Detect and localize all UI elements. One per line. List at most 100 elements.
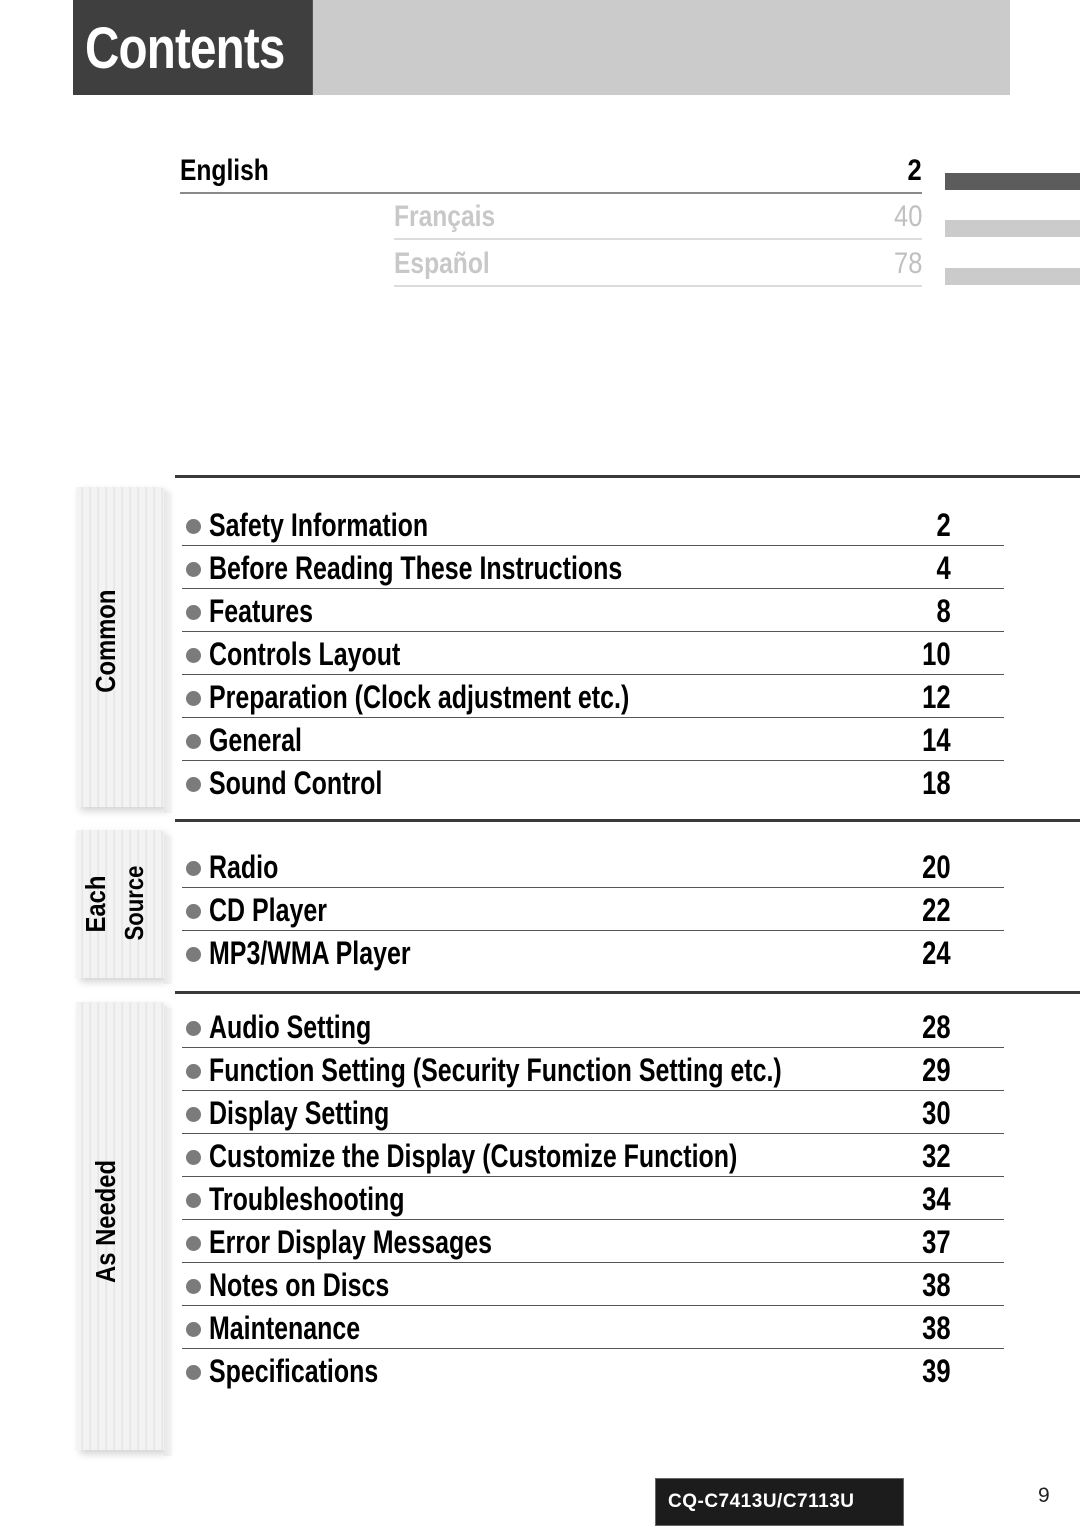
language-tab-english[interactable]	[945, 173, 1080, 190]
toc-title: Maintenance	[209, 1310, 361, 1346]
toc-title: CD Player	[209, 892, 327, 928]
toc-page: 38	[922, 1310, 951, 1346]
toc-item-sound-control[interactable]: Sound Control 18	[182, 761, 1004, 804]
toc-title: Before Reading These Instructions	[209, 550, 623, 586]
toc-item-function-setting[interactable]: Function Setting (Security Function Sett…	[182, 1048, 1004, 1091]
toc-title: Specifications	[209, 1353, 379, 1389]
toc-page: 29	[922, 1052, 951, 1088]
section-tab-as-needed: As Needed	[76, 1002, 172, 1456]
bullet-icon	[186, 562, 201, 577]
divider	[180, 192, 922, 194]
toc-page: 32	[922, 1138, 951, 1174]
language-page: 40	[893, 200, 922, 233]
bullet-icon	[186, 1236, 201, 1251]
bullet-icon	[186, 904, 201, 919]
header-title-box: Contents	[73, 0, 313, 95]
bullet-icon	[186, 1064, 201, 1079]
toc-page: 30	[922, 1095, 951, 1131]
toc-title: Audio Setting	[209, 1009, 372, 1045]
toc-page: 10	[922, 636, 951, 672]
bullet-icon	[186, 861, 201, 876]
toc-title: Radio	[209, 849, 279, 885]
toc-page: 14	[922, 722, 951, 758]
toc-item-customize-display[interactable]: Customize the Display (Customize Functio…	[182, 1134, 1004, 1177]
language-tab-espanol[interactable]	[945, 268, 1080, 285]
language-english[interactable]: English 2	[180, 150, 922, 194]
toc-page: 20	[922, 849, 951, 885]
toc-item-radio[interactable]: Radio 20	[182, 845, 1004, 888]
model-number: CQ-C7413U/C7113U	[668, 1491, 855, 1512]
bullet-icon	[186, 691, 201, 706]
section-divider	[175, 819, 1080, 822]
bullet-icon	[186, 1365, 201, 1380]
language-label: Español	[394, 247, 490, 280]
bullet-icon	[186, 947, 201, 962]
toc-page: 39	[922, 1353, 951, 1389]
bullet-icon	[186, 1322, 201, 1337]
toc-page: 38	[922, 1267, 951, 1303]
toc-page: 18	[922, 765, 951, 801]
toc-title: Safety Information	[209, 507, 429, 543]
divider	[394, 238, 922, 240]
toc-item-safety-information[interactable]: Safety Information 2	[182, 503, 1004, 546]
bullet-icon	[186, 1150, 201, 1165]
toc-page: 12	[922, 679, 951, 715]
section-tab-common: Common	[76, 487, 172, 813]
page-header: Contents	[73, 0, 1010, 95]
toc-title: Error Display Messages	[209, 1224, 493, 1260]
section-tab-label: Common	[90, 589, 121, 693]
toc-page: 24	[922, 935, 951, 971]
toc-page: 34	[922, 1181, 951, 1217]
bullet-icon	[186, 734, 201, 749]
toc-item-controls-layout[interactable]: Controls Layout 10	[182, 632, 1004, 675]
toc-item-notes-on-discs[interactable]: Notes on Discs 38	[182, 1263, 1004, 1306]
bullet-icon	[186, 648, 201, 663]
section-tab-label: Each	[80, 875, 111, 933]
toc-item-display-setting[interactable]: Display Setting 30	[182, 1091, 1004, 1134]
toc-title: Notes on Discs	[209, 1267, 390, 1303]
section-divider	[175, 475, 1080, 478]
toc-item-maintenance[interactable]: Maintenance 38	[182, 1306, 1004, 1349]
toc-item-features[interactable]: Features 8	[182, 589, 1004, 632]
language-espanol[interactable]: Español 78	[394, 243, 922, 287]
divider	[394, 285, 922, 287]
toc-title: Features	[209, 593, 314, 629]
language-francais[interactable]: Français 40	[394, 196, 922, 240]
toc-item-before-reading[interactable]: Before Reading These Instructions 4	[182, 546, 1004, 589]
toc-item-preparation[interactable]: Preparation (Clock adjustment etc.) 12	[182, 675, 1004, 718]
toc-item-mp3-wma-player[interactable]: MP3/WMA Player 24	[182, 931, 1004, 974]
bullet-icon	[186, 519, 201, 534]
toc-title: Customize the Display (Customize Functio…	[209, 1138, 738, 1174]
toc-title: MP3/WMA Player	[209, 935, 411, 971]
bullet-icon	[186, 1193, 201, 1208]
toc-page: 4	[936, 550, 951, 586]
toc-page: 8	[936, 593, 951, 629]
toc-title: Preparation (Clock adjustment etc.)	[209, 679, 630, 715]
language-page: 2	[907, 154, 922, 187]
toc-page: 37	[922, 1224, 951, 1260]
language-page: 78	[893, 247, 922, 280]
section-tab-each-source: Each Source	[76, 830, 172, 984]
toc-item-cd-player[interactable]: CD Player 22	[182, 888, 1004, 931]
toc-title: General	[209, 722, 302, 758]
toc-item-troubleshooting[interactable]: Troubleshooting 34	[182, 1177, 1004, 1220]
toc-title: Controls Layout	[209, 636, 401, 672]
bullet-icon	[186, 777, 201, 792]
toc-page: 28	[922, 1009, 951, 1045]
language-label: Français	[394, 200, 496, 233]
toc-title: Troubleshooting	[209, 1181, 405, 1217]
bullet-icon	[186, 1279, 201, 1294]
toc-item-specifications[interactable]: Specifications 39	[182, 1349, 1004, 1392]
toc-title: Function Setting (Security Function Sett…	[209, 1052, 782, 1088]
language-label: English	[180, 154, 269, 187]
bullet-icon	[186, 605, 201, 620]
toc-item-general[interactable]: General 14	[182, 718, 1004, 761]
toc-item-audio-setting[interactable]: Audio Setting 28	[182, 1005, 1004, 1048]
toc-title: Sound Control	[209, 765, 383, 801]
section-tab-label: As Needed	[90, 1159, 121, 1283]
model-badge: CQ-C7413U/C7113U	[655, 1478, 904, 1526]
section-tab-label: Source	[119, 865, 149, 941]
language-tab-francais[interactable]	[945, 220, 1080, 237]
toc-item-error-display-messages[interactable]: Error Display Messages 37	[182, 1220, 1004, 1263]
toc-page: 2	[936, 507, 951, 543]
